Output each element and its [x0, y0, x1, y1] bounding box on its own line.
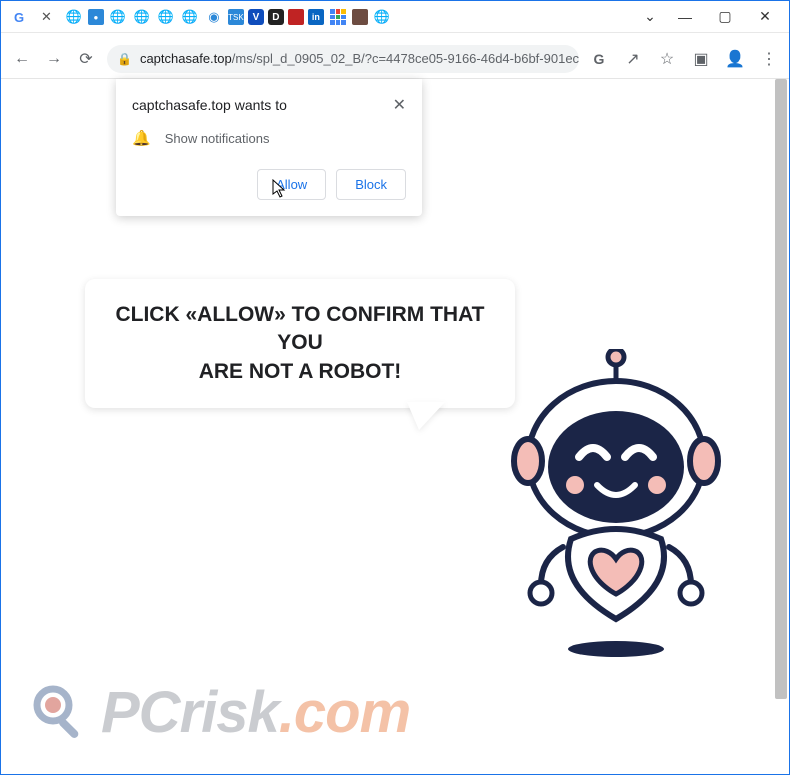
tab-favicon[interactable]: 🌐 [372, 7, 392, 27]
tab-favicon[interactable] [328, 7, 348, 27]
browser-toolbar: ← → ⟳ 🔒 captchasafe.top/ms/spl_d_0905_02… [1, 39, 789, 79]
window-minimize-button[interactable]: — [665, 3, 705, 31]
page-content: captchasafe.top wants to ✕ 🔔 Show notifi… [1, 79, 789, 774]
scrollbar[interactable] [775, 79, 787, 774]
forward-button[interactable]: → [43, 48, 65, 70]
google-icon[interactable]: G [589, 51, 609, 67]
tab-favicon[interactable]: 🌐 [64, 7, 84, 27]
tabstrip: G ✕ 🌐 ● 🌐 🌐 🌐 🌐 ◉ TSK V D in 🌐 [9, 7, 392, 27]
tab-favicon[interactable]: in [308, 9, 324, 25]
window-maximize-button[interactable]: ▢ [705, 3, 745, 31]
url-path: /ms/spl_d_0905_02_B/?c=4478ce05-9166-46d… [232, 51, 579, 66]
tab-favicon-google[interactable]: G [9, 7, 29, 27]
robot-illustration [501, 349, 731, 669]
watermark-tld: .com [279, 680, 410, 745]
tab-favicon[interactable]: 🌐 [108, 7, 128, 27]
share-icon[interactable]: ↗ [623, 49, 643, 69]
lock-icon: 🔒 [117, 52, 132, 66]
tab-favicon[interactable]: D [268, 9, 284, 25]
reload-button[interactable]: ⟳ [75, 48, 97, 70]
notification-permission-dialog: captchasafe.top wants to ✕ 🔔 Show notifi… [116, 79, 422, 216]
tab-close-icon[interactable]: ✕ [37, 9, 56, 25]
tab-favicon[interactable]: ◉ [204, 7, 224, 27]
bubble-text: CLICK «ALLOW» TO CONFIRM THAT YOU ARE NO… [103, 301, 497, 386]
tab-favicon[interactable]: 🌐 [132, 7, 152, 27]
tab-favicon[interactable]: 🌐 [180, 7, 200, 27]
account-icon[interactable]: 👤 [725, 49, 745, 69]
menu-icon[interactable]: ⋮ [759, 49, 779, 69]
tab-favicon[interactable]: V [248, 9, 264, 25]
bubble-tail [407, 402, 445, 430]
address-bar[interactable]: 🔒 captchasafe.top/ms/spl_d_0905_02_B/?c=… [107, 45, 579, 73]
extension-icon[interactable]: ▣ [691, 49, 711, 69]
block-button[interactable]: Block [336, 169, 406, 200]
tab-favicon[interactable] [288, 9, 304, 25]
perm-site-label: captchasafe.top wants to [132, 97, 287, 113]
cursor-icon [272, 179, 288, 204]
tab-favicon[interactable]: ● [88, 9, 104, 25]
window-close-button[interactable]: ✕ [745, 3, 785, 31]
perm-close-icon[interactable]: ✕ [393, 95, 406, 115]
tab-favicon[interactable]: TSK [228, 9, 244, 25]
tab-favicon[interactable]: 🌐 [156, 7, 176, 27]
allow-button[interactable]: Allow [257, 169, 326, 200]
star-icon[interactable]: ☆ [657, 49, 677, 69]
bell-icon: 🔔 [132, 129, 151, 147]
window-dropdown-button[interactable]: ⌄ [635, 3, 665, 31]
tab-active[interactable]: ✕ [33, 7, 60, 27]
scrollbar-thumb[interactable] [775, 79, 787, 699]
watermark-text: PCrisk [101, 680, 279, 745]
url-host: captchasafe.top [140, 51, 232, 66]
tab-favicon[interactable] [352, 9, 368, 25]
perm-notification-label: Show notifications [165, 131, 270, 146]
back-button[interactable]: ← [11, 48, 33, 70]
watermark: PCrisk.com [31, 679, 410, 746]
speech-bubble: CLICK «ALLOW» TO CONFIRM THAT YOU ARE NO… [85, 279, 515, 408]
